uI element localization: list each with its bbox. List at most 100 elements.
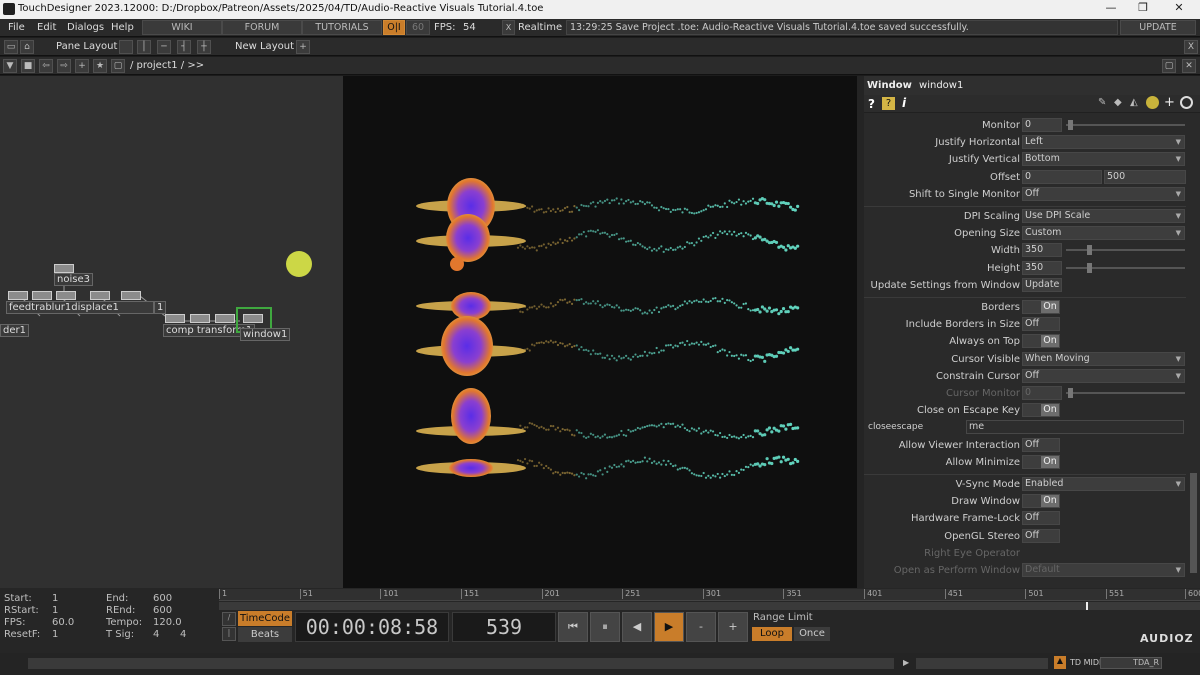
- param-number-field[interactable]: 350: [1022, 260, 1062, 275]
- param-toggle[interactable]: Off: [1022, 511, 1060, 526]
- close-icon[interactable]: ✕: [1164, 1, 1194, 17]
- help-icon[interactable]: ?: [868, 97, 875, 111]
- menu-file[interactable]: File: [8, 22, 25, 33]
- close-pane-icon[interactable]: X: [1184, 40, 1198, 54]
- slider-handle[interactable]: [1068, 120, 1074, 130]
- comment-icon[interactable]: ◆: [1114, 97, 1122, 108]
- pause-icon[interactable]: ⏸: [590, 612, 620, 642]
- param-dropdown[interactable]: Left: [1022, 135, 1185, 150]
- forum-button[interactable]: FORUM: [222, 20, 302, 35]
- noise3-node[interactable]: [54, 264, 74, 273]
- param-dropdown[interactable]: Off: [1022, 186, 1185, 201]
- param-update-button[interactable]: Update: [1022, 277, 1062, 292]
- param-slider[interactable]: [1066, 245, 1185, 256]
- param-dropdown[interactable]: Default: [1022, 563, 1185, 577]
- stop-icon[interactable]: ■: [21, 59, 35, 73]
- param-slider[interactable]: [1066, 262, 1185, 273]
- cook-toggle-button[interactable]: O|I: [383, 20, 405, 35]
- split-quad-icon[interactable]: ┼: [197, 40, 211, 54]
- tsig-a[interactable]: 4: [153, 629, 159, 640]
- transform1-node[interactable]: [215, 314, 235, 323]
- python-help-icon[interactable]: ?: [882, 97, 895, 110]
- bypass-icon[interactable]: ◭: [1130, 97, 1138, 108]
- param-dropdown[interactable]: Use DPI Scale: [1022, 209, 1185, 223]
- param-dropdown[interactable]: Bottom: [1022, 152, 1185, 167]
- resetf-value[interactable]: 1: [52, 629, 58, 640]
- window1-node[interactable]: [243, 314, 263, 323]
- add-icon[interactable]: +: [1164, 95, 1175, 110]
- forward-arrow-icon[interactable]: ⇨: [57, 59, 71, 73]
- blur-node[interactable]: [56, 291, 76, 300]
- slider-handle[interactable]: [1086, 245, 1092, 256]
- beats-mode-button[interactable]: Beats: [238, 627, 292, 642]
- timeline-scrub-bar[interactable]: [219, 602, 1200, 610]
- param-offset-y[interactable]: 500: [1104, 169, 1186, 184]
- comp-node[interactable]: [165, 314, 185, 323]
- bottom-scroll-track[interactable]: [28, 658, 894, 669]
- split-horizontal-icon[interactable]: ─: [157, 40, 171, 54]
- param-number-field[interactable]: 0: [1022, 118, 1062, 132]
- param-dropdown[interactable]: Off: [1022, 368, 1185, 383]
- window-viewer[interactable]: [343, 76, 857, 588]
- loop-button[interactable]: Loop: [752, 627, 792, 641]
- param-toggle[interactable]: Off: [1022, 317, 1060, 332]
- step-forward-icon[interactable]: +: [718, 612, 748, 642]
- displace-node-2[interactable]: [121, 291, 141, 300]
- play-reverse-icon[interactable]: ◀: [622, 612, 652, 642]
- add-layout-button[interactable]: +: [296, 40, 310, 54]
- home-icon[interactable]: ⌂: [20, 40, 34, 54]
- slider-handle[interactable]: [1086, 262, 1092, 273]
- timecode-slash[interactable]: /: [222, 612, 236, 626]
- param-toggle[interactable]: Off: [1022, 437, 1060, 452]
- menu-dialogs[interactable]: Dialogs: [67, 22, 104, 33]
- info-icon[interactable]: i: [902, 96, 906, 110]
- transform-node[interactable]: [32, 291, 52, 300]
- split-single-icon[interactable]: [119, 40, 133, 54]
- update-button[interactable]: UPDATE: [1120, 20, 1196, 35]
- param-expression[interactable]: me: [966, 420, 1184, 435]
- warning-icon[interactable]: ▲: [1054, 656, 1066, 669]
- back-arrow-icon[interactable]: ⇦: [39, 59, 53, 73]
- bottom-play-icon[interactable]: ▶: [903, 658, 909, 667]
- bottom-track-2[interactable]: [916, 658, 1048, 669]
- split-vertical-icon[interactable]: │: [137, 40, 151, 54]
- param-scroll-thumb[interactable]: [1190, 473, 1197, 573]
- pane-divider[interactable]: [857, 76, 864, 588]
- add-op-icon[interactable]: +: [75, 59, 89, 73]
- once-button[interactable]: Once: [794, 627, 830, 641]
- op-name[interactable]: window1: [919, 80, 963, 91]
- pane-menu-icon[interactable]: ▼: [3, 59, 17, 73]
- timeline-ruler[interactable]: 151101151201251301351401451501551600: [219, 589, 1200, 601]
- new-layout-label[interactable]: New Layout: [235, 41, 294, 52]
- target-icon[interactable]: [1180, 96, 1193, 109]
- lock-icon[interactable]: ▢: [111, 59, 125, 73]
- param-toggle[interactable]: On: [1022, 300, 1060, 314]
- param-scrollbar[interactable]: [1187, 113, 1200, 588]
- fps-value-tl[interactable]: 60.0: [52, 617, 74, 628]
- start-value[interactable]: 1: [52, 593, 58, 604]
- param-toggle[interactable]: On: [1022, 334, 1060, 349]
- rstart-value[interactable]: 1: [52, 605, 58, 616]
- wiki-button[interactable]: WIKI: [142, 20, 222, 35]
- timecode-mode-button[interactable]: TimeCode: [238, 611, 292, 626]
- menu-help[interactable]: Help: [111, 22, 134, 33]
- bookmark-star-icon[interactable]: ★: [93, 59, 107, 73]
- pane-icon[interactable]: ▭: [4, 40, 18, 54]
- network-path[interactable]: / project1 / >>: [130, 60, 204, 71]
- param-dropdown[interactable]: Custom: [1022, 226, 1185, 241]
- frame-display[interactable]: 539: [452, 612, 556, 642]
- edit-pencil-icon[interactable]: ✎: [1098, 97, 1106, 108]
- feedback-node[interactable]: [8, 291, 28, 300]
- maximize-icon[interactable]: ❐: [1128, 1, 1158, 17]
- minimize-icon[interactable]: —: [1096, 1, 1126, 17]
- param-number-field[interactable]: 350: [1022, 243, 1062, 258]
- split-three-icon[interactable]: ┤: [177, 40, 191, 54]
- beats-slash[interactable]: |: [222, 627, 236, 641]
- step-back-icon[interactable]: -: [686, 612, 716, 642]
- slider-handle[interactable]: [1068, 388, 1074, 398]
- tsig-b[interactable]: 4: [180, 629, 186, 640]
- param-slider[interactable]: [1066, 120, 1185, 130]
- tempo-value[interactable]: 120.0: [153, 617, 182, 628]
- param-dropdown[interactable]: Enabled: [1022, 477, 1185, 491]
- timecode-display[interactable]: 00:00:08:58: [295, 612, 449, 642]
